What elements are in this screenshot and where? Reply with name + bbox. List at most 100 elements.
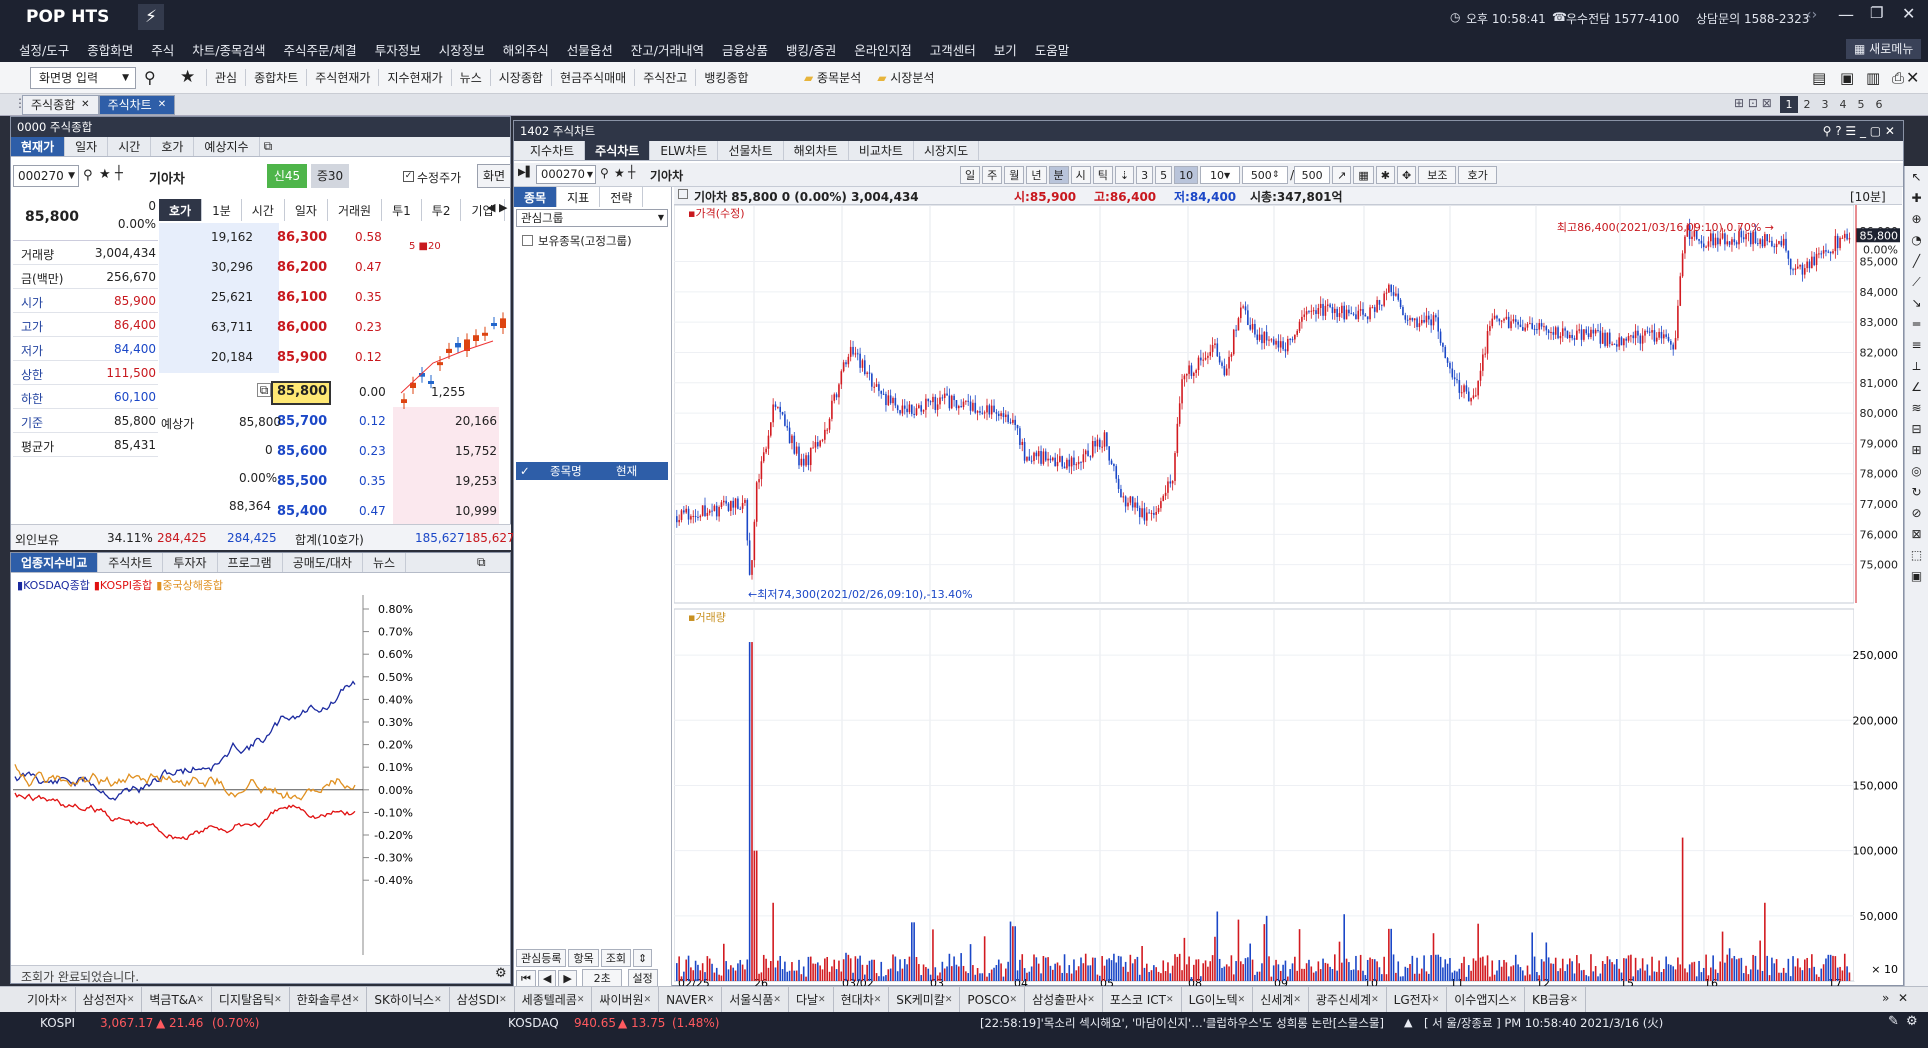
period-button[interactable]: 틱 (1092, 166, 1113, 184)
draw-tool-icon[interactable]: ↻ (1905, 485, 1928, 505)
tools-icon[interactable]: ✎ (1888, 1014, 1899, 1029)
setting-button[interactable]: 설정 (627, 969, 658, 987)
search-icon[interactable]: ⚲ (600, 166, 609, 180)
settings-icon[interactable]: ✱ (1375, 166, 1395, 184)
close-icon[interactable]: ✕ (81, 99, 89, 110)
news-toggle-icon[interactable]: ▲ (1404, 1012, 1412, 1034)
compare-tab[interactable]: 투자자 (163, 553, 218, 572)
popup-icon[interactable]: ⧉ (260, 137, 277, 156)
ticker-tab[interactable]: POSCO ✕ (960, 987, 1026, 1012)
chart-tab[interactable]: 비교차트 (849, 141, 914, 160)
ticker-tab[interactable]: KB금융 ✕ (1525, 987, 1586, 1012)
close-icon[interactable]: ✕ (1371, 995, 1379, 1005)
hoga-tab[interactable]: 1분 (202, 199, 242, 221)
ticker-tab[interactable]: 싸이버원 ✕ (592, 987, 660, 1012)
close-icon[interactable]: ✕ (773, 995, 781, 1005)
page-button[interactable]: 1 (1780, 96, 1798, 113)
summary-tab[interactable]: 시간 (108, 137, 152, 156)
screen-icon[interactable]: ▣ (1840, 69, 1854, 87)
ask-row[interactable]: 25,621 86,100 0.35 (159, 283, 393, 311)
chart-tab[interactable]: 지수차트 (520, 141, 586, 160)
side-tab[interactable]: 종목 (514, 187, 558, 207)
sort-icon[interactable]: ⇣ (1114, 166, 1135, 184)
close-icon[interactable]: ✕ (158, 99, 166, 110)
draw-tool-icon[interactable]: ═ (1905, 317, 1928, 337)
bid-row[interactable]: 85,500 0.35 19,253 (271, 467, 501, 495)
ticker-tab[interactable]: 삼성SDI ✕ (450, 987, 515, 1012)
menu-item[interactable]: 뱅킹/증권 (777, 40, 845, 59)
draw-tool-icon[interactable]: ⟂ (1905, 359, 1928, 379)
draw-tool-icon[interactable]: ✚ (1905, 191, 1928, 211)
hoga-tab[interactable]: 거래원 (328, 199, 383, 221)
close-icon[interactable]: ✕ (499, 995, 507, 1005)
minute-button[interactable]: 5 (1155, 166, 1173, 184)
ticker-tab[interactable]: 광주신세계 ✕ (1309, 987, 1387, 1012)
draw-tool-icon[interactable]: ∠ (1905, 380, 1928, 400)
close-icon[interactable]: ✕ (434, 995, 442, 1005)
scroll-up-icon[interactable]: ⇕ (632, 949, 653, 967)
menu-item[interactable]: 금융상품 (713, 40, 777, 59)
period-button[interactable]: 월 (1004, 166, 1025, 184)
toolbar-item[interactable]: 관심 (206, 68, 245, 86)
close-icon[interactable]: ✕ (1509, 995, 1517, 1005)
ticker-tab[interactable]: LG이노텍 ✕ (1182, 987, 1254, 1012)
select-all-icon[interactable]: ✓ (520, 462, 530, 480)
arrow-left-icon[interactable]: ◀ (487, 201, 495, 214)
search-icon[interactable]: ⚲ (144, 68, 156, 87)
close-icon[interactable]: ✕ (352, 995, 360, 1005)
close-icon[interactable]: ✕ (1087, 995, 1095, 1005)
side-tab[interactable]: 지표 (557, 187, 601, 207)
ticker-tab[interactable]: 이수앱지스 ✕ (1447, 987, 1526, 1012)
ticker-tab[interactable]: 신세계 ✕ (1253, 987, 1309, 1012)
toolbar-item[interactable]: 뉴스 (450, 68, 490, 86)
summary-tab[interactable]: 예상지수 (194, 137, 260, 156)
export-icon[interactable]: ↗ (1332, 166, 1352, 184)
hoga-tab[interactable]: 일자 (285, 199, 328, 221)
news-ticker[interactable]: [22:58:19]'목소리 섹시해요', '마담이신지'…'클럽하우스'도 성… (980, 1012, 1400, 1034)
ticker-tab[interactable]: 현대차 ✕ (834, 987, 890, 1012)
draw-tool-icon[interactable]: ⊞ (1905, 443, 1928, 463)
close-icon[interactable]: ✕ (1570, 995, 1578, 1005)
toolbar-item[interactable]: 종합차트 (245, 68, 306, 86)
assist-button[interactable]: 보조 (1418, 166, 1457, 184)
kospi-status[interactable]: KOSPI 3,067.17 ▲ 21.46 (0.70%) (10, 1012, 500, 1034)
move-icon[interactable]: ✥ (1396, 166, 1417, 184)
menu-item[interactable]: 해외주식 (494, 40, 558, 59)
prev-icon[interactable]: ◀ (537, 969, 557, 988)
chart-tab[interactable]: 선물차트 (718, 141, 784, 160)
period-button[interactable]: 시 (1070, 166, 1091, 184)
menu-item[interactable]: 주식 (142, 40, 183, 59)
close-icon[interactable]: ✕ (127, 995, 135, 1005)
draw-tool-icon[interactable]: ⟋ (1905, 275, 1928, 295)
page-button[interactable]: 2 (1798, 96, 1816, 113)
chart-tab[interactable]: 시장지도 (914, 141, 980, 160)
menu-item[interactable]: 종합화면 (78, 40, 142, 59)
cursor-icon[interactable]: ┼ (628, 165, 635, 179)
chart-tab[interactable]: 주식차트 (585, 141, 651, 160)
hoga-tab[interactable]: 호가 (159, 199, 203, 221)
order-screen-button[interactable]: 화면 (477, 164, 511, 188)
draw-tool-icon[interactable]: ⊕ (1905, 212, 1928, 232)
draw-tool-icon[interactable]: ▣ (1905, 569, 1928, 589)
menu-item[interactable]: 차트/종목검색 (183, 40, 274, 59)
copy-icon[interactable]: ⧉ (257, 383, 271, 397)
window-tab[interactable]: 주식종합 ✕ (22, 94, 99, 115)
close-icon[interactable]: ✕ (1432, 995, 1440, 1005)
gear-icon[interactable]: ⚙ (495, 966, 507, 981)
close-icon[interactable]: ✕ (274, 995, 282, 1005)
minute-button[interactable]: 10 (1174, 166, 1199, 184)
toolbar-folder[interactable]: ▰ 시장분석 (869, 69, 942, 86)
ticker-tab[interactable]: 서울식품 ✕ (722, 987, 789, 1012)
menu-item[interactable]: 시장정보 (430, 40, 494, 59)
compare-tab[interactable]: 공매도/대차 (283, 553, 363, 572)
play-icon[interactable]: ▶ (558, 969, 577, 988)
group-select[interactable]: 관심그룹 ▼ (516, 209, 668, 227)
toolbar-item[interactable]: 시장종합 (489, 68, 551, 86)
bid-row[interactable]: 85,600 0.23 15,752 (271, 437, 501, 465)
minimize-icon[interactable]: — (1838, 5, 1854, 24)
save-icon[interactable]: ▥ (1866, 69, 1880, 87)
bid-row[interactable]: 85,400 0.47 10,999 (271, 497, 501, 525)
toolbar-item[interactable]: 주식현재가 (306, 68, 378, 86)
ticker-tab[interactable]: NAVER ✕ (659, 987, 723, 1012)
compare-tab[interactable]: 뉴스 (363, 553, 407, 572)
